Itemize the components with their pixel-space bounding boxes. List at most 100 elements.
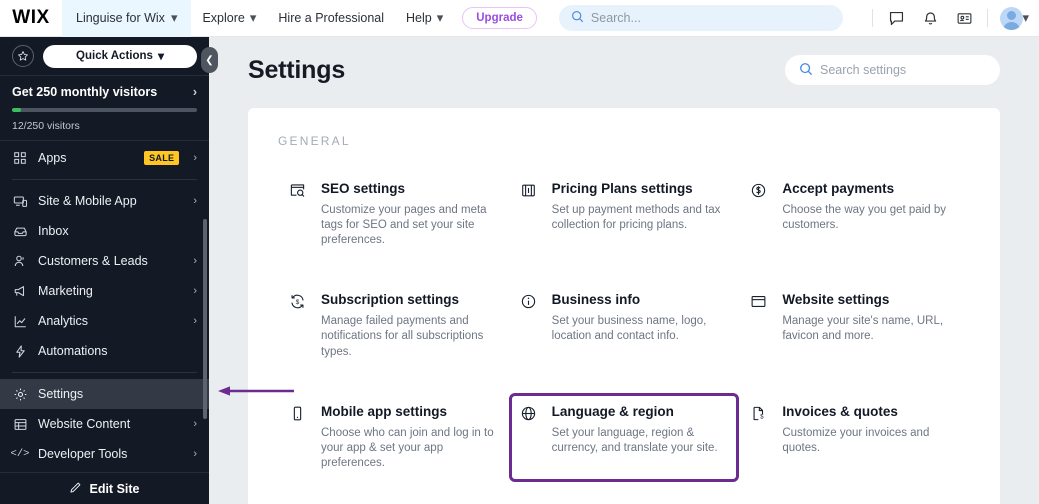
chevron-right-icon: › xyxy=(193,315,197,327)
settings-card-seo[interactable]: SEO settings Customize your pages and me… xyxy=(278,170,509,259)
pencil-icon xyxy=(69,481,82,497)
chevron-left-icon: ❮ xyxy=(205,54,214,66)
settings-card-language-region[interactable]: Language & region Set your language, reg… xyxy=(508,392,740,483)
quick-actions-button[interactable]: Quick Actions ▾ xyxy=(43,44,197,68)
settings-card-subscription[interactable]: $ Subscription settings Manage failed pa… xyxy=(278,281,509,370)
annotation-arrow xyxy=(218,386,294,396)
settings-card-business-info[interactable]: Business info Set your business name, lo… xyxy=(509,281,740,370)
settings-card-invoices-quotes[interactable]: $ Invoices & quotes Customize your invoi… xyxy=(739,393,970,482)
left-sidebar: Quick Actions ▾ Get 250 monthly visitors… xyxy=(0,37,209,504)
nav-item-help[interactable]: Help ▾ xyxy=(395,0,454,37)
gear-icon xyxy=(12,387,28,402)
card-description: Set up payment methods and tax collectio… xyxy=(551,203,721,232)
card-description: Customize your pages and meta tags for S… xyxy=(321,203,487,247)
nav-item-explore[interactable]: Explore ▾ xyxy=(191,0,267,37)
card-text: Language & region Set your language, reg… xyxy=(552,404,727,471)
sidebar-item-label: Inbox xyxy=(38,224,69,238)
card-title: Invoices & quotes xyxy=(782,403,898,419)
settings-card-grid: SEO settings Customize your pages and me… xyxy=(278,170,970,483)
edit-site-button[interactable]: Edit Site xyxy=(0,472,209,504)
nav-explore-label: Explore xyxy=(202,11,245,25)
sidebar-item-label: Settings xyxy=(38,387,84,401)
settings-search-input[interactable]: Search settings xyxy=(785,55,1000,85)
divider xyxy=(12,179,197,180)
globe-icon xyxy=(520,404,539,471)
sidebar-item-apps[interactable]: Apps SALE › xyxy=(0,143,209,173)
top-bar-icon-group: ▾ xyxy=(866,0,1039,37)
card-description: Manage your site's name, URL, favicon an… xyxy=(782,315,944,343)
sidebar-item-developer-tools[interactable]: </> Developer Tools › xyxy=(0,439,209,469)
mobile-phone-icon xyxy=(289,404,308,471)
card-title: SEO settings xyxy=(321,181,406,196)
bell-icon[interactable] xyxy=(913,0,947,37)
global-search-input[interactable]: Search... xyxy=(558,5,843,31)
card-title: Language & region xyxy=(551,403,674,419)
sidebar-collapse-button[interactable]: ❮ xyxy=(201,47,218,73)
chevron-right-icon: › xyxy=(193,152,197,164)
global-search-placeholder: Search... xyxy=(590,11,641,25)
analytics-icon xyxy=(12,314,28,329)
chevron-right-icon: › xyxy=(193,195,197,207)
card-text: SEO settings Customize your pages and me… xyxy=(321,181,496,248)
card-title: Business info xyxy=(551,292,641,308)
card-description: Manage failed payments and notifications… xyxy=(321,315,484,358)
sidebar-item-settings[interactable]: Settings xyxy=(0,379,209,409)
info-circle-icon xyxy=(520,292,539,359)
sidebar-item-analytics[interactable]: Analytics › xyxy=(0,306,209,336)
star-icon[interactable] xyxy=(12,45,34,67)
sidebar-scrollbar[interactable] xyxy=(203,219,207,419)
sidebar-item-customers-leads[interactable]: Customers & Leads › xyxy=(0,246,209,276)
svg-text:$: $ xyxy=(296,299,300,306)
site-selector[interactable]: Linguise for Wix ▾ xyxy=(62,0,192,37)
contact-card-icon[interactable] xyxy=(947,0,981,37)
card-text: Business info Set your business name, lo… xyxy=(552,292,727,359)
seo-icon xyxy=(289,181,308,248)
browser-window-icon xyxy=(750,292,769,359)
card-description: Set your business name, logo, location a… xyxy=(551,315,707,343)
top-navigation-bar: WIX Linguise for Wix ▾ Explore ▾ Hire a … xyxy=(0,0,1039,37)
card-title: Subscription settings xyxy=(321,292,460,308)
chevron-right-icon[interactable]: › xyxy=(193,85,197,99)
search-icon xyxy=(799,62,813,79)
sidebar-menu: Apps SALE › Site & Mobile App › Inbox Cu… xyxy=(0,141,209,472)
wix-logo[interactable]: WIX xyxy=(0,7,62,29)
sidebar-item-label: Customers & Leads xyxy=(38,254,148,268)
card-title: Website settings xyxy=(782,292,890,308)
sidebar-item-label: Developer Tools xyxy=(38,447,128,461)
sidebar-item-automations[interactable]: Automations xyxy=(0,336,209,366)
card-description: Set your language, region & currency, an… xyxy=(551,426,718,454)
card-title: Accept payments xyxy=(782,181,895,196)
settings-card-website-settings[interactable]: Website settings Manage your site's name… xyxy=(739,281,970,370)
card-title: Pricing Plans settings xyxy=(551,181,693,196)
section-label-general: GENERAL xyxy=(278,134,351,148)
general-settings-panel: GENERAL SEO settings Customize your page… xyxy=(248,108,1000,504)
sidebar-item-label: Automations xyxy=(38,344,108,358)
nav-hire-label: Hire a Professional xyxy=(278,11,384,25)
sidebar-item-website-content[interactable]: Website Content › xyxy=(0,409,209,439)
inbox-icon xyxy=(12,224,28,239)
upgrade-button[interactable]: Upgrade xyxy=(462,7,537,29)
settings-card-mobile-app[interactable]: Mobile app settings Choose who can join … xyxy=(278,393,509,482)
card-description: Choose the way you get paid by customers… xyxy=(782,203,946,232)
sale-badge: SALE xyxy=(144,151,180,165)
nav-item-hire-professional[interactable]: Hire a Professional xyxy=(267,0,395,37)
sidebar-item-site-mobile-app[interactable]: Site & Mobile App › xyxy=(0,186,209,216)
chevron-right-icon: › xyxy=(193,418,197,430)
settings-card-pricing-plans[interactable]: Pricing Plans settings Set up payment me… xyxy=(509,170,740,259)
sidebar-item-label: Marketing xyxy=(38,284,93,298)
sidebar-item-inbox[interactable]: Inbox xyxy=(0,216,209,246)
settings-card-accept-payments[interactable]: Accept payments Choose the way you get p… xyxy=(739,170,970,259)
card-text: Mobile app settings Choose who can join … xyxy=(321,404,496,471)
card-description: Customize your invoices and quotes. xyxy=(782,426,930,454)
chevron-right-icon: › xyxy=(193,255,197,267)
quick-actions-row: Quick Actions ▾ xyxy=(0,37,209,75)
main-content: Settings Search settings GENERAL SEO set… xyxy=(209,37,1039,504)
pricing-plans-icon xyxy=(520,181,539,248)
automations-icon xyxy=(12,344,28,359)
sidebar-item-marketing[interactable]: Marketing › xyxy=(0,276,209,306)
subscription-icon: $ xyxy=(289,292,308,359)
chat-icon[interactable] xyxy=(879,0,913,37)
card-description: Choose who can join and log in to your a… xyxy=(321,426,494,469)
visitors-promo-card[interactable]: Get 250 monthly visitors › 12/250 visito… xyxy=(0,75,209,141)
svg-text:$: $ xyxy=(761,414,765,420)
